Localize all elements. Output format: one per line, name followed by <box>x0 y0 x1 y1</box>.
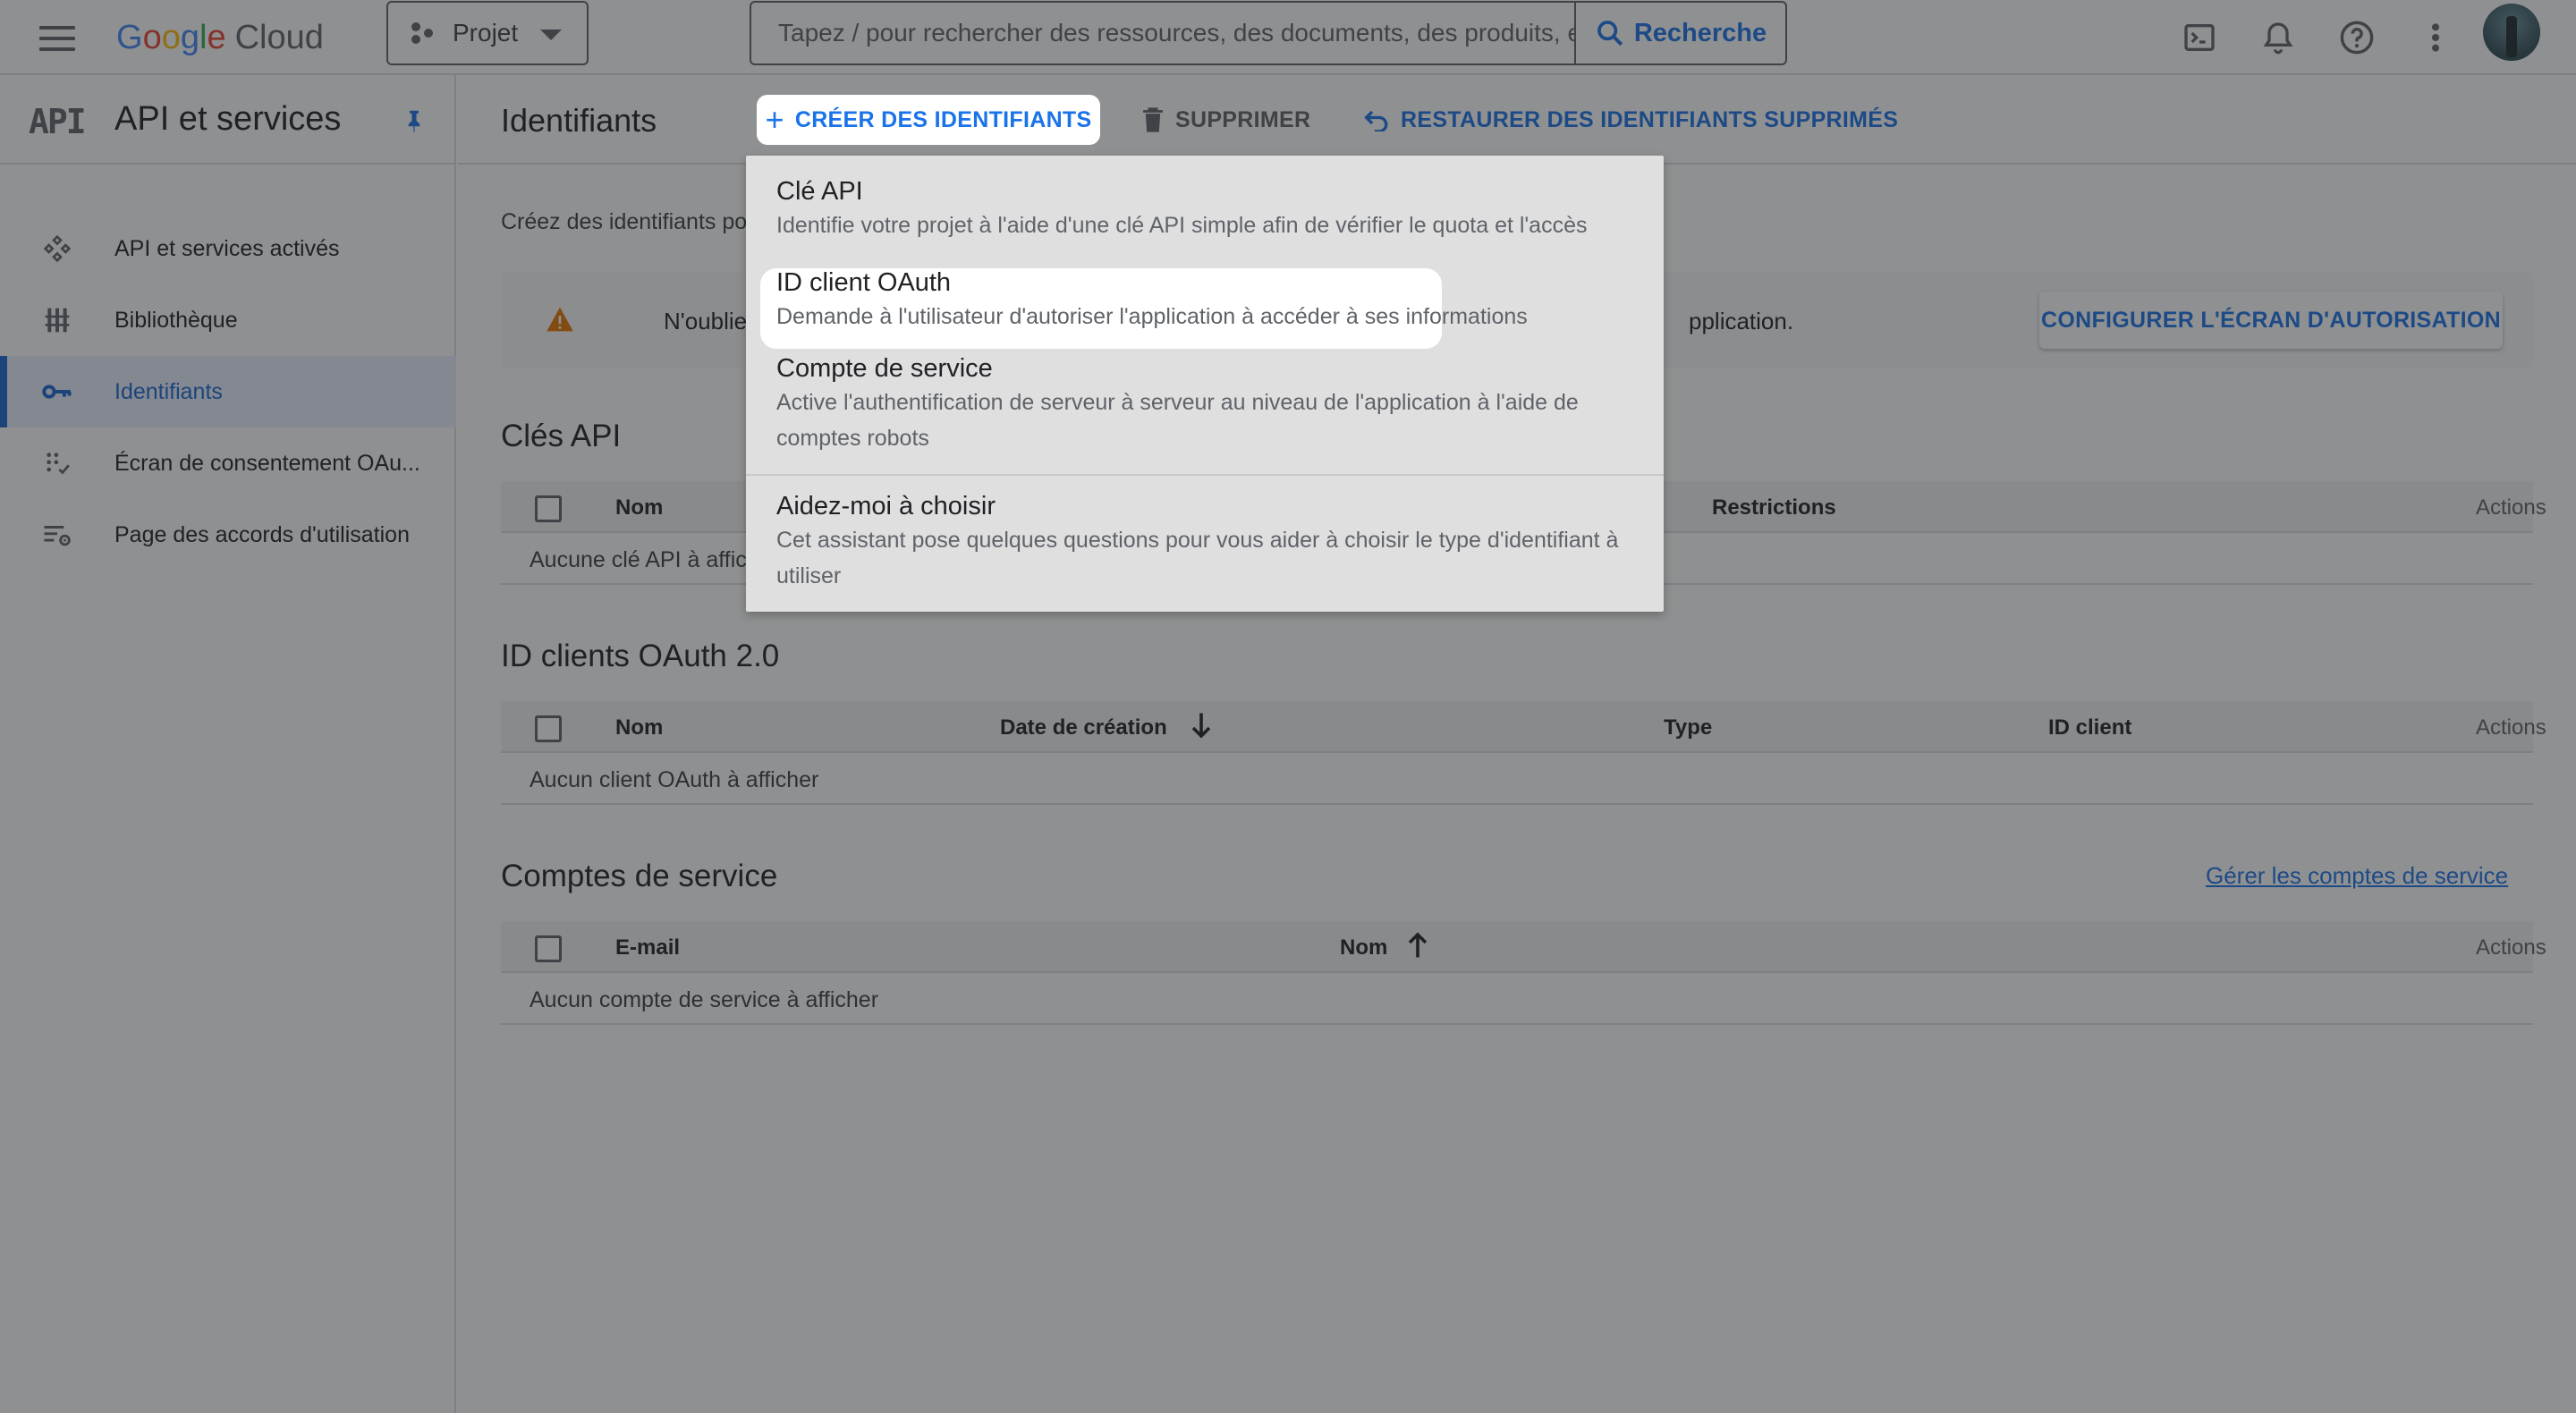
menu-item-title: Clé API <box>776 177 863 206</box>
create-credentials-button[interactable]: + CRÉER DES IDENTIFIANTS <box>757 95 1100 145</box>
menu-item-service-account[interactable]: Compte de service Active l'authentificat… <box>746 354 1664 470</box>
menu-item-description: Demande à l'utilisateur d'autoriser l'ap… <box>776 304 1528 329</box>
menu-item-api-key[interactable]: Clé API Identifie votre projet à l'aide … <box>746 168 1664 243</box>
create-credentials-label: CRÉER DES IDENTIFIANTS <box>794 106 1092 132</box>
menu-item-title: ID client OAuth <box>776 268 952 297</box>
create-credentials-menu: Clé API Identifie votre projet à l'aide … <box>746 156 1664 612</box>
menu-item-description: Identifie votre projet à l'aide d'une cl… <box>776 213 1588 238</box>
menu-item-description: Cet assistant pose quelques questions po… <box>776 528 1619 588</box>
menu-item-help-me-choose[interactable]: Aidez-moi à choisir Cet assistant pose q… <box>746 492 1664 608</box>
menu-item-oauth-client-id[interactable]: ID client OAuth Demande à l'utilisateur … <box>746 268 1664 349</box>
plus-icon: + <box>765 101 784 138</box>
menu-divider <box>746 474 1664 476</box>
menu-item-title: Aidez-moi à choisir <box>776 492 996 520</box>
menu-item-title: Compte de service <box>776 354 993 383</box>
menu-item-description: Active l'authentification de serveur à s… <box>776 390 1579 451</box>
